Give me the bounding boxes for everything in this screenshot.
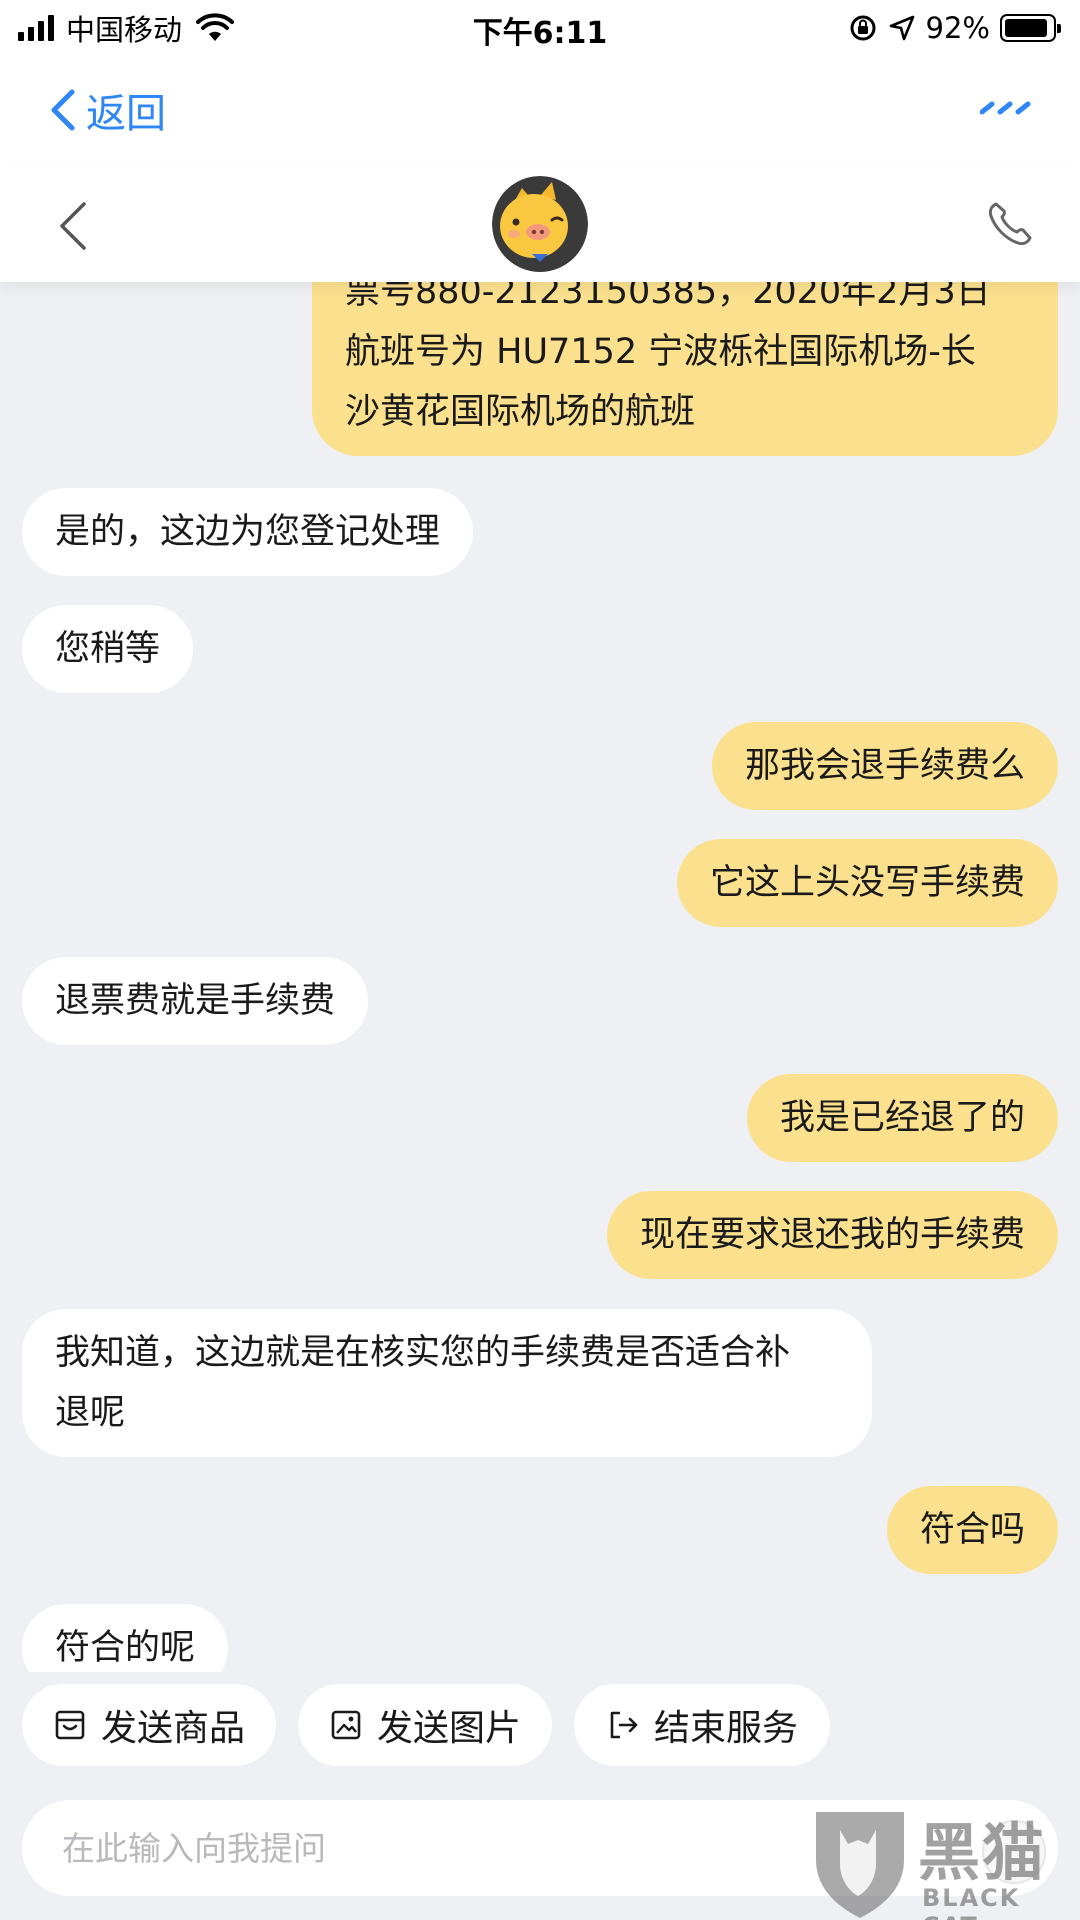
rotation-lock-icon <box>850 15 876 41</box>
composer <box>0 1772 1080 1920</box>
more-options-icon[interactable] <box>980 98 1032 118</box>
message-bubble-received[interactable]: 您稍等 <box>22 605 194 693</box>
message-bubble-sent[interactable]: 我是已经退了的 <box>746 1074 1058 1162</box>
send-product-label: 发送商品 <box>100 1708 245 1749</box>
location-arrow-icon <box>889 15 914 41</box>
chevron-left-icon[interactable] <box>56 200 90 252</box>
message-input[interactable] <box>62 1800 802 1896</box>
message-bubble-sent[interactable]: 它这上头没写手续费 <box>676 839 1058 927</box>
message-list: 票号880-2123150385，2020年2月3日 航班号为 HU7152 宁… <box>0 282 1080 1672</box>
battery-icon <box>1000 14 1061 42</box>
top-nav: 返回 <box>0 54 1080 166</box>
image-icon <box>331 1710 361 1740</box>
product-box-icon <box>55 1710 85 1740</box>
phone-icon[interactable] <box>984 198 1036 250</box>
back-label: 返回 <box>86 91 166 137</box>
send-image-label: 发送图片 <box>376 1708 521 1749</box>
message-bubble-received[interactable]: 符合的呢 <box>22 1604 229 1672</box>
message-bubble-sent[interactable]: 票号880-2123150385，2020年2月3日 航班号为 HU7152 宁… <box>312 282 1058 456</box>
send-product-button[interactable]: 发送商品 <box>22 1684 276 1766</box>
chevron-left-icon <box>51 89 75 131</box>
back-button[interactable]: 返回 <box>48 80 166 140</box>
battery-percent: 92% <box>925 11 990 45</box>
add-button[interactable] <box>982 1820 1046 1884</box>
end-service-button[interactable]: 结束服务 <box>574 1684 830 1766</box>
agent-avatar[interactable] <box>492 176 588 272</box>
battery-fill <box>1005 19 1048 37</box>
chat-header <box>0 166 1080 282</box>
message-bubble-received[interactable]: 我知道，这边就是在核实您的手续费是否适合补 退呢 <box>22 1309 872 1457</box>
end-service-label: 结束服务 <box>653 1708 798 1749</box>
message-bubble-sent[interactable]: 符合吗 <box>886 1486 1058 1574</box>
quick-actions-bar: 发送商品 发送图片 结束服务 <box>0 1672 1080 1772</box>
status-right: 92% <box>848 10 1062 46</box>
exit-icon <box>610 1711 638 1739</box>
message-bubble-sent[interactable]: 现在要求退还我的手续费 <box>606 1191 1058 1279</box>
message-bubble-received[interactable]: 退票费就是手续费 <box>22 957 369 1045</box>
input-container <box>22 1800 1058 1896</box>
status-bar: 中国移动 下午6:11 92% <box>0 0 1080 54</box>
pig-mascot-icon <box>492 176 588 272</box>
message-bubble-sent[interactable]: 那我会退手续费么 <box>711 722 1058 810</box>
message-bubble-received[interactable]: 是的，这边为您登记处理 <box>22 488 474 576</box>
send-image-button[interactable]: 发送图片 <box>298 1684 552 1766</box>
